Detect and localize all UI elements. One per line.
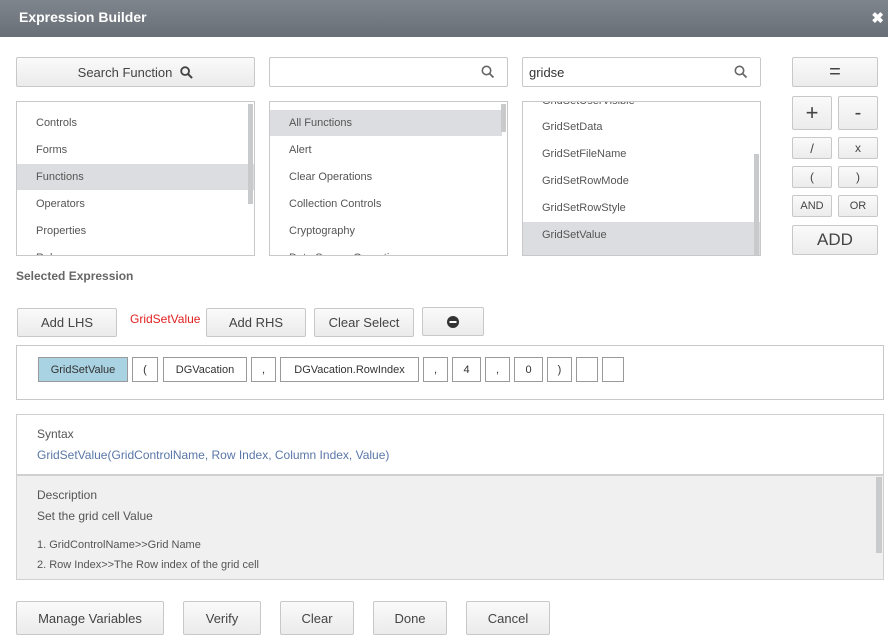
scrollbar[interactable]: [754, 154, 759, 255]
search-function-button[interactable]: Search Function: [16, 57, 255, 87]
close-icon[interactable]: ✖: [871, 9, 884, 27]
list-item[interactable]: Clear Operations: [270, 164, 507, 190]
list-item[interactable]: All Functions: [270, 110, 502, 136]
search-icon: [180, 65, 194, 79]
list-item[interactable]: Alert: [270, 137, 507, 163]
expression-token[interactable]: 4: [452, 357, 481, 382]
group-search-field[interactable]: [269, 57, 508, 87]
list-item[interactable]: Controls: [17, 110, 254, 136]
expression-token[interactable]: ,: [423, 357, 448, 382]
window-title: Expression Builder: [19, 9, 147, 25]
function-search-input[interactable]: [529, 65, 729, 80]
list-item[interactable]: GridSetRowStyle: [523, 195, 760, 221]
multiply-button[interactable]: x: [838, 137, 878, 159]
category-list[interactable]: Controls Forms Functions Operators Prope…: [16, 101, 255, 256]
expression-token[interactable]: (: [132, 357, 158, 382]
right-paren-button[interactable]: ): [838, 166, 878, 188]
and-button[interactable]: AND: [792, 195, 832, 217]
scrollbar[interactable]: [876, 477, 882, 553]
expression-token[interactable]: ,: [251, 357, 276, 382]
description-line: 2. Row Index>>The Row index of the grid …: [37, 559, 259, 571]
left-paren-button[interactable]: (: [792, 166, 832, 188]
done-button[interactable]: Done: [373, 601, 447, 635]
group-search-input[interactable]: [276, 65, 476, 80]
expression-token[interactable]: [602, 357, 624, 382]
description-panel: Description Set the grid cell Value 1. G…: [16, 475, 884, 580]
list-item[interactable]: Cryptography: [270, 218, 507, 244]
search-icon[interactable]: [734, 65, 748, 79]
remove-button[interactable]: [422, 307, 484, 336]
manage-variables-button[interactable]: Manage Variables: [16, 601, 164, 635]
function-list[interactable]: GridSetUserVisible GridSetData GridSetFi…: [522, 101, 761, 256]
list-item[interactable]: Forms: [17, 137, 254, 163]
search-function-label: Search Function: [77, 64, 173, 80]
list-item[interactable]: GridSetFileName: [523, 141, 760, 167]
add-lhs-button[interactable]: Add LHS: [17, 308, 117, 337]
equals-button[interactable]: =: [792, 57, 878, 87]
current-function-name: GridSetValue: [130, 312, 201, 326]
list-item[interactable]: GridSetData: [523, 114, 760, 140]
title-bar: Expression Builder ✖: [0, 0, 888, 37]
list-item[interactable]: Data Source Operations: [270, 245, 507, 255]
description-line: 1. GridControlName>>Grid Name: [37, 539, 201, 551]
minus-button[interactable]: -: [838, 96, 878, 130]
expression-token[interactable]: DGVacation: [163, 357, 247, 382]
list-item[interactable]: Operators: [17, 191, 254, 217]
clear-select-button[interactable]: Clear Select: [314, 308, 414, 337]
syntax-panel: Syntax GridSetValue(GridControlName, Row…: [16, 414, 884, 475]
list-item[interactable]: GridSetRowMode: [523, 168, 760, 194]
syntax-heading: Syntax: [37, 427, 74, 441]
or-button[interactable]: OR: [838, 195, 878, 217]
expression-token[interactable]: 0: [514, 357, 543, 382]
scrollbar[interactable]: [501, 104, 506, 132]
scrollbar[interactable]: [248, 104, 253, 204]
minus-circle-icon: [447, 315, 459, 328]
add-button[interactable]: ADD: [792, 225, 878, 255]
list-item[interactable]: GridSetUserVisible: [523, 102, 760, 114]
function-search-field[interactable]: [522, 57, 761, 87]
expression-token[interactable]: ,: [485, 357, 510, 382]
expression-token[interactable]: GridSetValue: [38, 357, 128, 382]
list-item[interactable]: Properties: [17, 218, 254, 244]
expression-token[interactable]: ): [547, 357, 572, 382]
expression-area[interactable]: GridSetValue ( DGVacation , DGVacation.R…: [16, 345, 884, 400]
expression-token[interactable]: [576, 357, 598, 382]
add-rhs-button[interactable]: Add RHS: [206, 308, 306, 337]
clear-button[interactable]: Clear: [280, 601, 354, 635]
cancel-button[interactable]: Cancel: [466, 601, 550, 635]
function-group-list[interactable]: All Functions Alert Clear Operations Col…: [269, 101, 508, 256]
description-heading: Description: [37, 488, 98, 502]
syntax-text: GridSetValue(GridControlName, Row Index,…: [37, 448, 390, 462]
list-item[interactable]: Rules: [17, 245, 254, 255]
divide-button[interactable]: /: [792, 137, 832, 159]
list-item[interactable]: Functions: [17, 164, 254, 190]
list-item[interactable]: GridSetValue: [523, 222, 760, 255]
selected-expression-label: Selected Expression: [16, 269, 134, 283]
expression-token[interactable]: DGVacation.RowIndex: [280, 357, 419, 382]
description-text: Set the grid cell Value: [37, 509, 153, 523]
plus-button[interactable]: +: [792, 96, 832, 130]
verify-button[interactable]: Verify: [183, 601, 261, 635]
list-item[interactable]: Collection Controls: [270, 191, 507, 217]
search-icon[interactable]: [481, 65, 495, 79]
